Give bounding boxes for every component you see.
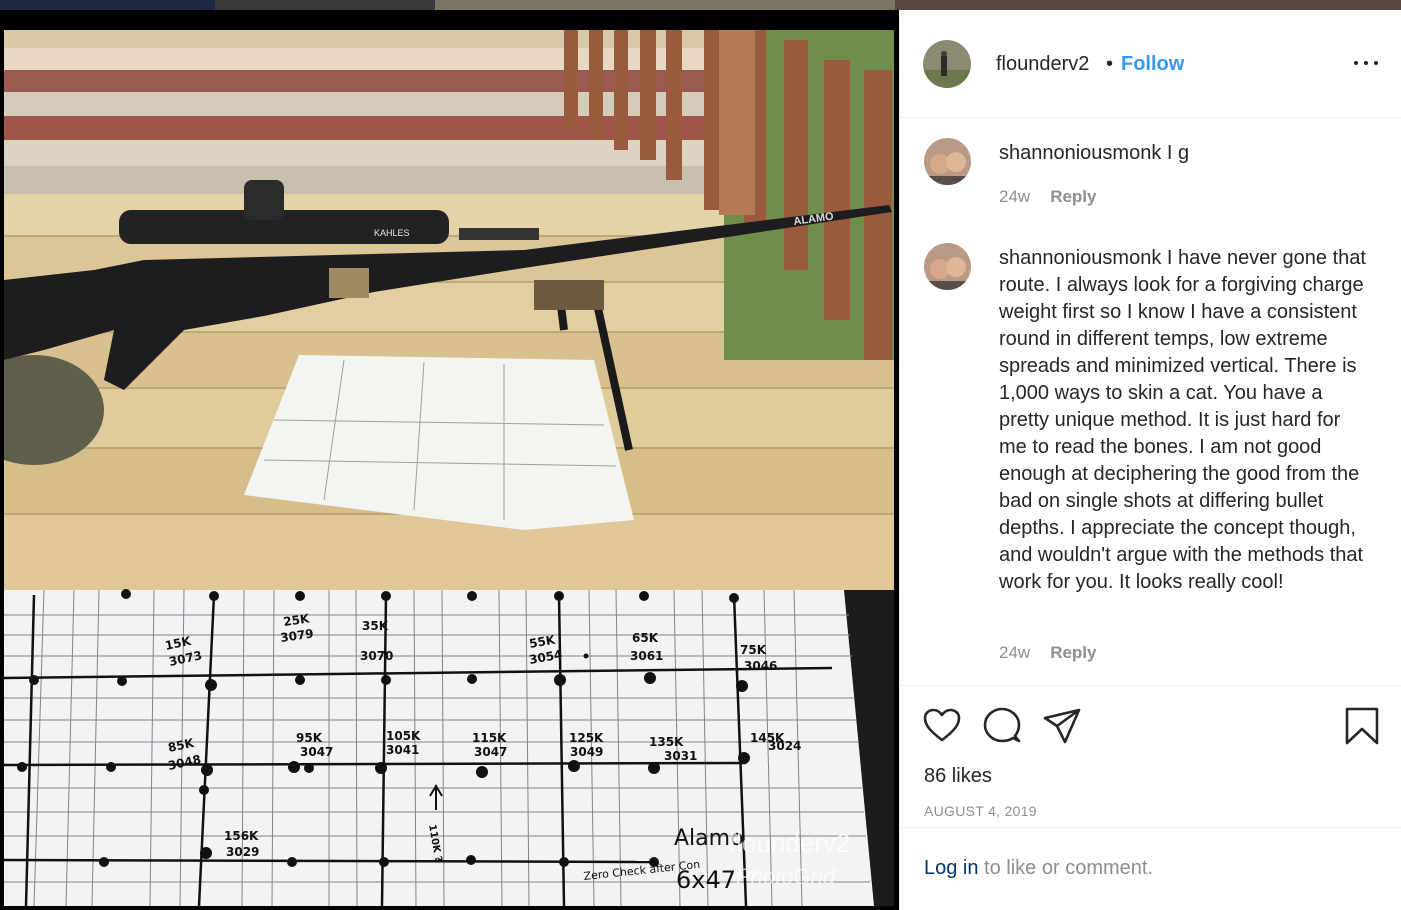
label-load-13: 156K (224, 829, 259, 843)
label-speed-9: 3047 (474, 745, 507, 759)
background-strip (0, 0, 1401, 10)
comment-username[interactable]: shannoniousmonk (999, 142, 1161, 164)
commenter-avatar[interactable] (924, 138, 971, 185)
photo-collage: ALAMO KAHLES 15K 3073 25K 3079 35K 3070 … (4, 30, 894, 906)
owner-username[interactable]: flounderv2 (996, 53, 1089, 76)
login-prompt: Log in to like or comment. (924, 857, 1153, 880)
comment-text: shannoniousmonk I have never gone that r… (999, 245, 1369, 596)
commenter-avatar[interactable] (924, 243, 971, 290)
label-load-10: 125K (569, 731, 604, 745)
reply-button[interactable]: Reply (1050, 643, 1096, 662)
post-date: AUGUST 4, 2019 (924, 803, 1037, 819)
heart-icon[interactable] (922, 706, 962, 746)
label-load-2: 35K (362, 619, 389, 633)
comments-list: shannoniousmonk I g 24w Reply shannonious… (900, 118, 1401, 686)
post-actions: 86 likes AUGUST 4, 2019 (900, 685, 1401, 827)
scope-brand-text: KAHLES (374, 228, 410, 238)
label-speed-7: 3047 (300, 745, 333, 759)
label-speed-13: 3029 (226, 845, 259, 859)
label-speed-2: 3070 (360, 649, 393, 663)
owner-avatar[interactable] (923, 40, 971, 88)
comment-body: I g (1161, 142, 1190, 164)
target-grid-photo: 15K 3073 25K 3079 35K 3070 55K 3054 65K … (4, 589, 894, 906)
post-photo[interactable]: ALAMO KAHLES 15K 3073 25K 3079 35K 3070 … (4, 30, 894, 906)
comment-meta: 24w Reply (999, 643, 1096, 663)
label-load-4: 65K (632, 631, 659, 645)
login-prompt-bar: Log in to like or comment. (900, 827, 1401, 910)
label-load-7: 95K (296, 731, 323, 745)
share-icon[interactable] (1042, 706, 1082, 746)
comment-age: 24w (999, 187, 1031, 206)
instagram-post-modal: ALAMO KAHLES 15K 3073 25K 3079 35K 3070 … (0, 0, 1401, 910)
deck-photo: ALAMO KAHLES (4, 30, 894, 590)
watermark-app: PhotoGrid (736, 864, 836, 889)
comment-icon[interactable] (982, 706, 1022, 746)
watermark-name: flounderv2 (729, 828, 850, 858)
post-header: flounderv2 • Follow (900, 10, 1401, 118)
bookmark-icon[interactable] (1342, 706, 1382, 746)
more-options-icon[interactable] (1352, 50, 1382, 74)
follow-button[interactable]: Follow (1121, 53, 1184, 76)
likes-count[interactable]: 86 likes (924, 765, 992, 788)
label-speed-11: 3031 (664, 749, 697, 763)
post-side-panel: flounderv2 • Follow shannoniousmonk I g … (899, 10, 1401, 910)
label-load-11: 135K (649, 735, 684, 749)
reply-button[interactable]: Reply (1050, 187, 1096, 206)
login-link[interactable]: Log in (924, 857, 979, 879)
separator-dot: • (1106, 53, 1114, 75)
label-load-9: 115K (472, 731, 507, 745)
comment-username[interactable]: shannoniousmonk (999, 247, 1161, 269)
label-speed-5: 3046 (744, 659, 777, 673)
label-speed-8: 3041 (386, 743, 419, 757)
label-load-8: 105K (386, 729, 421, 743)
label-speed-12: 3024 (768, 739, 801, 753)
login-suffix: to like or comment. (978, 857, 1154, 879)
comment-meta: 24w Reply (999, 187, 1096, 207)
label-speed-10: 3049 (570, 745, 603, 759)
comment-text: shannoniousmonk I g (999, 140, 1369, 167)
comment-age: 24w (999, 643, 1031, 662)
label-load-5: 75K (740, 643, 767, 657)
comment-body: I have never gone that route. I always l… (999, 247, 1366, 593)
label-speed-4: 3061 (630, 649, 663, 663)
